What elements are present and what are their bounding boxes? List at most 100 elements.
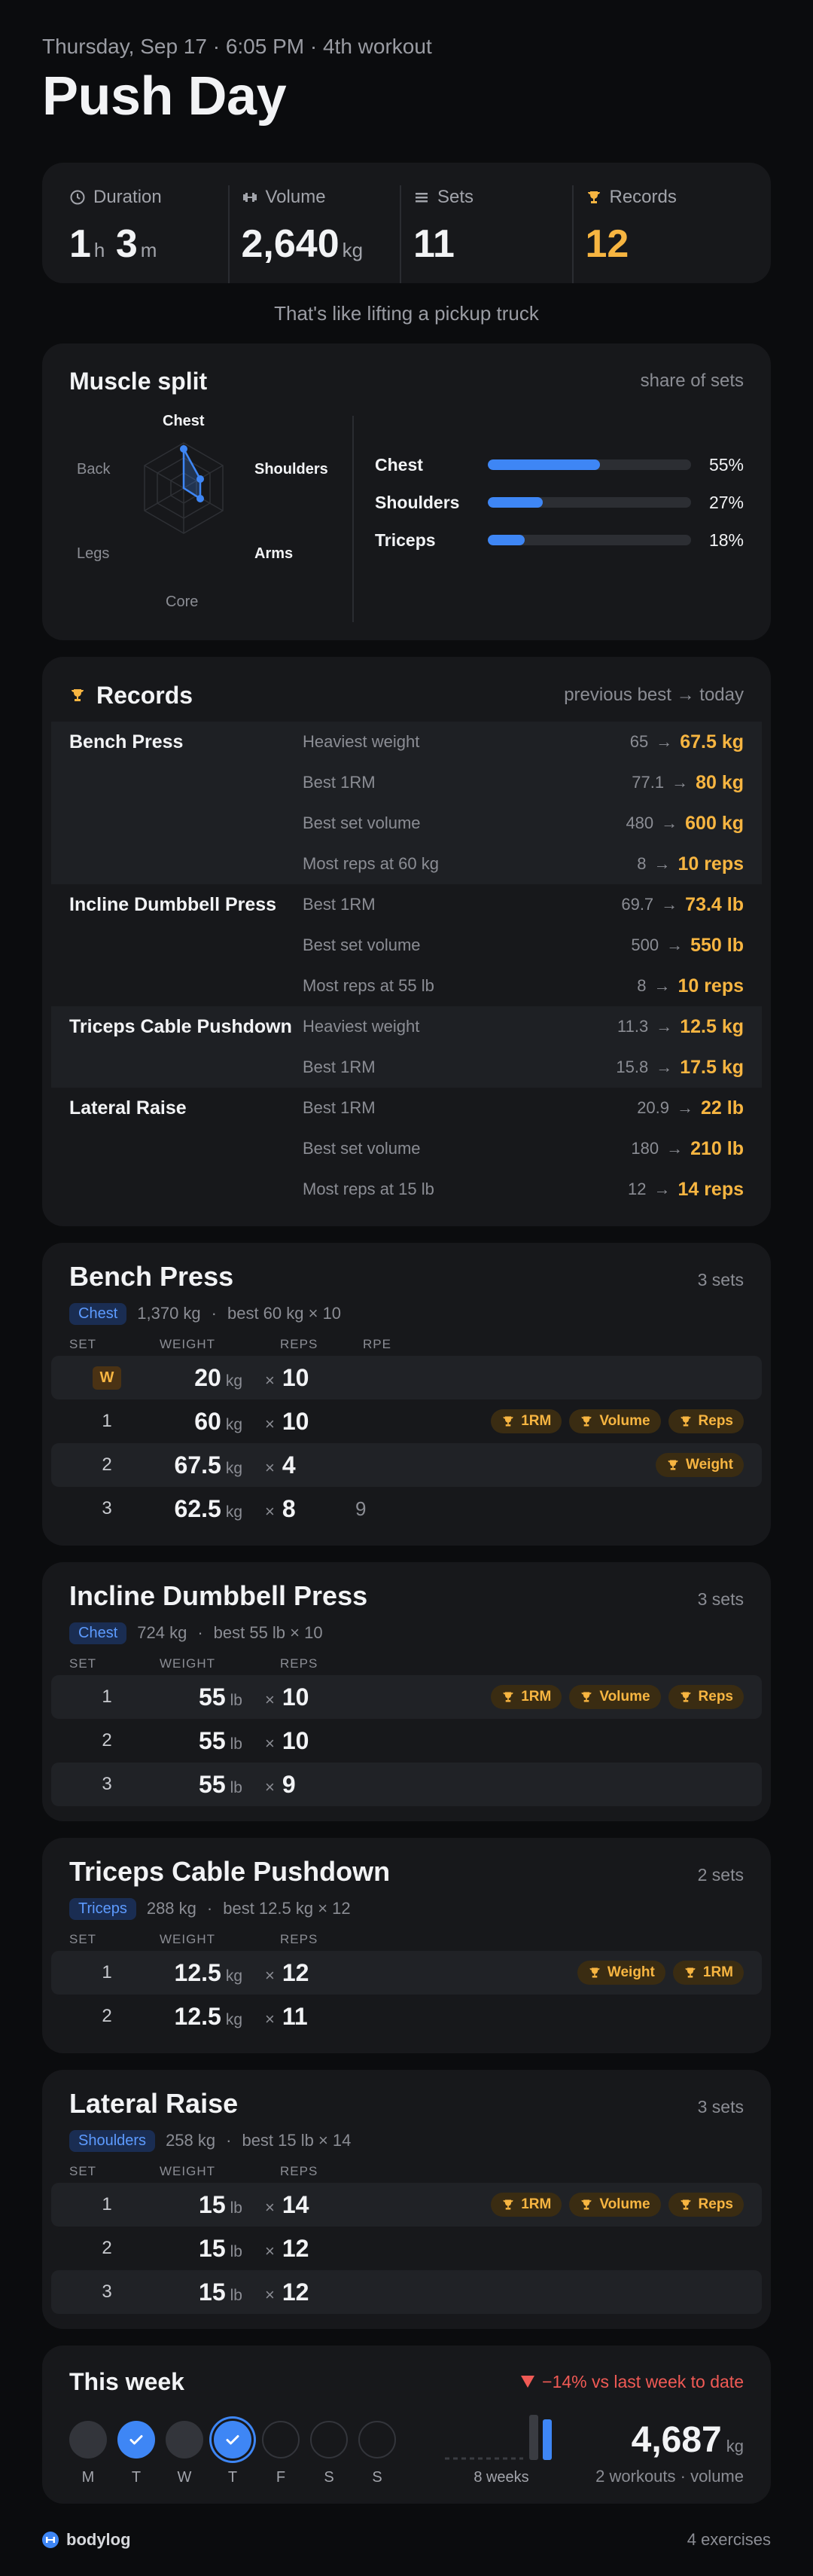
trophy-icon xyxy=(680,1416,691,1427)
set-row[interactable]: 3 55 lb × 9 xyxy=(51,1763,762,1806)
set-table-header: SET WEIGHT REPS xyxy=(42,1928,771,1951)
warmup-badge: W xyxy=(92,1366,122,1390)
col-reps: REPS xyxy=(280,1656,318,1671)
day-5[interactable]: S xyxy=(310,2421,348,2486)
set-row[interactable]: 3 62.5 kg × 8 9 xyxy=(51,1487,762,1531)
arrow-right-icon: → xyxy=(653,976,671,995)
day-3[interactable]: T xyxy=(214,2421,251,2486)
record-new: 10 reps xyxy=(678,975,744,997)
exercise-card[interactable]: Lateral Raise 3 sets Shoulders 258 kg · best … xyxy=(42,2070,771,2329)
record-new: 22 lb xyxy=(701,1097,744,1119)
set-row[interactable]: 1 55 lb × 10 1RM Volume Reps xyxy=(51,1675,762,1719)
set-weight: 20 kg xyxy=(194,1363,242,1391)
set-row[interactable]: 1 60 kg × 10 1RM Volume Reps xyxy=(51,1399,762,1443)
trophy-icon xyxy=(685,1967,696,1978)
day-1[interactable]: T xyxy=(117,2421,155,2486)
day-6[interactable]: S xyxy=(358,2421,396,2486)
exercise-title[interactable]: Triceps Cable Pushdown xyxy=(69,1856,390,1888)
trophy-icon xyxy=(581,1692,592,1702)
record-new: 80 kg xyxy=(696,771,744,793)
record-line: Best set volume 180 → 210 lb xyxy=(69,1128,744,1169)
radar-point-chest xyxy=(180,445,187,453)
records-list: Bench Press Heaviest weight 65 → 67.5 kg Best… xyxy=(42,722,771,1210)
set-row[interactable]: W 20 kg × 10 xyxy=(51,1356,762,1399)
record-new: 67.5 kg xyxy=(680,731,744,752)
set-weight: 15 lb xyxy=(199,2190,242,2218)
page-title: Push Day xyxy=(42,66,287,127)
radar-label-core: Core xyxy=(166,594,199,610)
exercise-title[interactable]: Incline Dumbbell Press xyxy=(69,1580,367,1612)
section-title: This week xyxy=(69,2367,184,2395)
exercise-set-count: 2 sets xyxy=(697,1865,744,1885)
set-weight: 55 lb xyxy=(199,1770,242,1798)
radar-point-shoulders xyxy=(196,475,204,483)
bar-track xyxy=(488,497,691,508)
week-days: MTWTFSS xyxy=(69,2421,396,2486)
set-row[interactable]: 2 15 lb × 12 xyxy=(51,2227,762,2270)
day-2[interactable]: W xyxy=(166,2421,203,2486)
volume-comparison: That's like lifting a pickup truck xyxy=(274,302,539,325)
set-number: 2 xyxy=(102,2238,112,2258)
exercise-title[interactable]: Lateral Raise xyxy=(69,2088,238,2120)
day-status-dot xyxy=(117,2421,155,2458)
radar-label-arms: Arms xyxy=(254,545,294,562)
day-label: S xyxy=(372,2469,382,2486)
arrow-right-icon: → xyxy=(666,935,684,954)
bodylog-logo-icon xyxy=(42,2532,59,2548)
record-type: Best set volume xyxy=(303,935,421,954)
set-number: 3 xyxy=(102,2281,112,2302)
trophy-icon xyxy=(589,1967,600,1978)
muscle-tag: Shoulders xyxy=(69,2129,156,2152)
set-weight: 15 lb xyxy=(199,2234,242,2262)
day-status-dot xyxy=(166,2421,203,2458)
exercise-set-count: 3 sets xyxy=(697,1589,744,1609)
record-badge: Weight xyxy=(577,1961,665,1985)
record-exercise: Triceps Cable Pushdown xyxy=(69,1015,292,1037)
record-badge: 1RM xyxy=(491,1685,562,1709)
radar-shape xyxy=(182,448,202,501)
day-0[interactable]: M xyxy=(69,2421,107,2486)
record-line: Best 1RM 15.8 → 17.5 kg xyxy=(69,1047,744,1088)
record-exercise: Bench Press xyxy=(69,731,184,752)
muscle-tag: Chest xyxy=(69,1622,127,1644)
badge-label: Volume xyxy=(599,1689,650,1705)
records-card: Records previous best → today Bench Pres… xyxy=(42,657,771,1226)
set-row[interactable]: 3 15 lb × 12 xyxy=(51,2270,762,2314)
duration-value: 1h 3m xyxy=(69,222,157,266)
muscle-radar-chart: Chest Shoulders Arms Core Legs Back xyxy=(69,413,348,631)
arrow-right-icon: → xyxy=(661,895,678,914)
bar-pct: 27% xyxy=(708,492,744,512)
exercise-card[interactable]: Incline Dumbbell Press 3 sets Chest 724 kg ·… xyxy=(42,1562,771,1821)
record-previous: 180 xyxy=(631,1139,659,1158)
set-row[interactable]: 2 67.5 kg × 4 Weight xyxy=(51,1443,762,1487)
set-row[interactable]: 1 15 lb × 14 1RM Volume Reps xyxy=(51,2183,762,2227)
exercise-title[interactable]: Bench Press xyxy=(69,1261,233,1293)
set-table-header: SET WEIGHT REPS RPE xyxy=(42,1333,771,1356)
section-note: previous best → today xyxy=(564,685,744,705)
bar-row-chest: Chest 55% xyxy=(375,446,744,484)
trophy-icon xyxy=(503,2199,513,2210)
exercise-card[interactable]: Bench Press 3 sets Chest 1,370 kg · best 60 k… xyxy=(42,1243,771,1546)
stat-label: Duration xyxy=(93,187,162,207)
badge-label: Reps xyxy=(698,2196,733,2212)
trophy-icon xyxy=(503,1692,513,1702)
record-previous: 20.9 xyxy=(637,1098,670,1117)
exercise-card[interactable]: Triceps Cable Pushdown 2 sets Triceps 288 k… xyxy=(42,1838,771,2053)
set-row[interactable]: 1 12.5 kg × 12 Weight 1RM xyxy=(51,1951,762,1995)
record-previous: 65 xyxy=(629,732,649,751)
set-weight: 12.5 kg xyxy=(174,2002,242,2030)
col-reps: REPS xyxy=(280,2164,318,2178)
record-previous: 69.7 xyxy=(621,895,654,914)
stat-label: Sets xyxy=(437,187,474,207)
arrow-right-icon: → xyxy=(656,1058,673,1076)
footer: bodylog 4 exercises xyxy=(42,2504,771,2576)
check-icon xyxy=(129,2435,143,2445)
set-row[interactable]: 2 55 lb × 10 xyxy=(51,1719,762,1763)
set-reps: × 10 xyxy=(265,1407,309,1435)
col-set: SET xyxy=(69,1337,97,1351)
set-row[interactable]: 2 12.5 kg × 11 xyxy=(51,1995,762,2038)
record-badge: Volume xyxy=(569,2193,661,2217)
set-number: 1 xyxy=(102,1962,112,1982)
day-4[interactable]: F xyxy=(262,2421,300,2486)
day-label: W xyxy=(177,2469,192,2486)
